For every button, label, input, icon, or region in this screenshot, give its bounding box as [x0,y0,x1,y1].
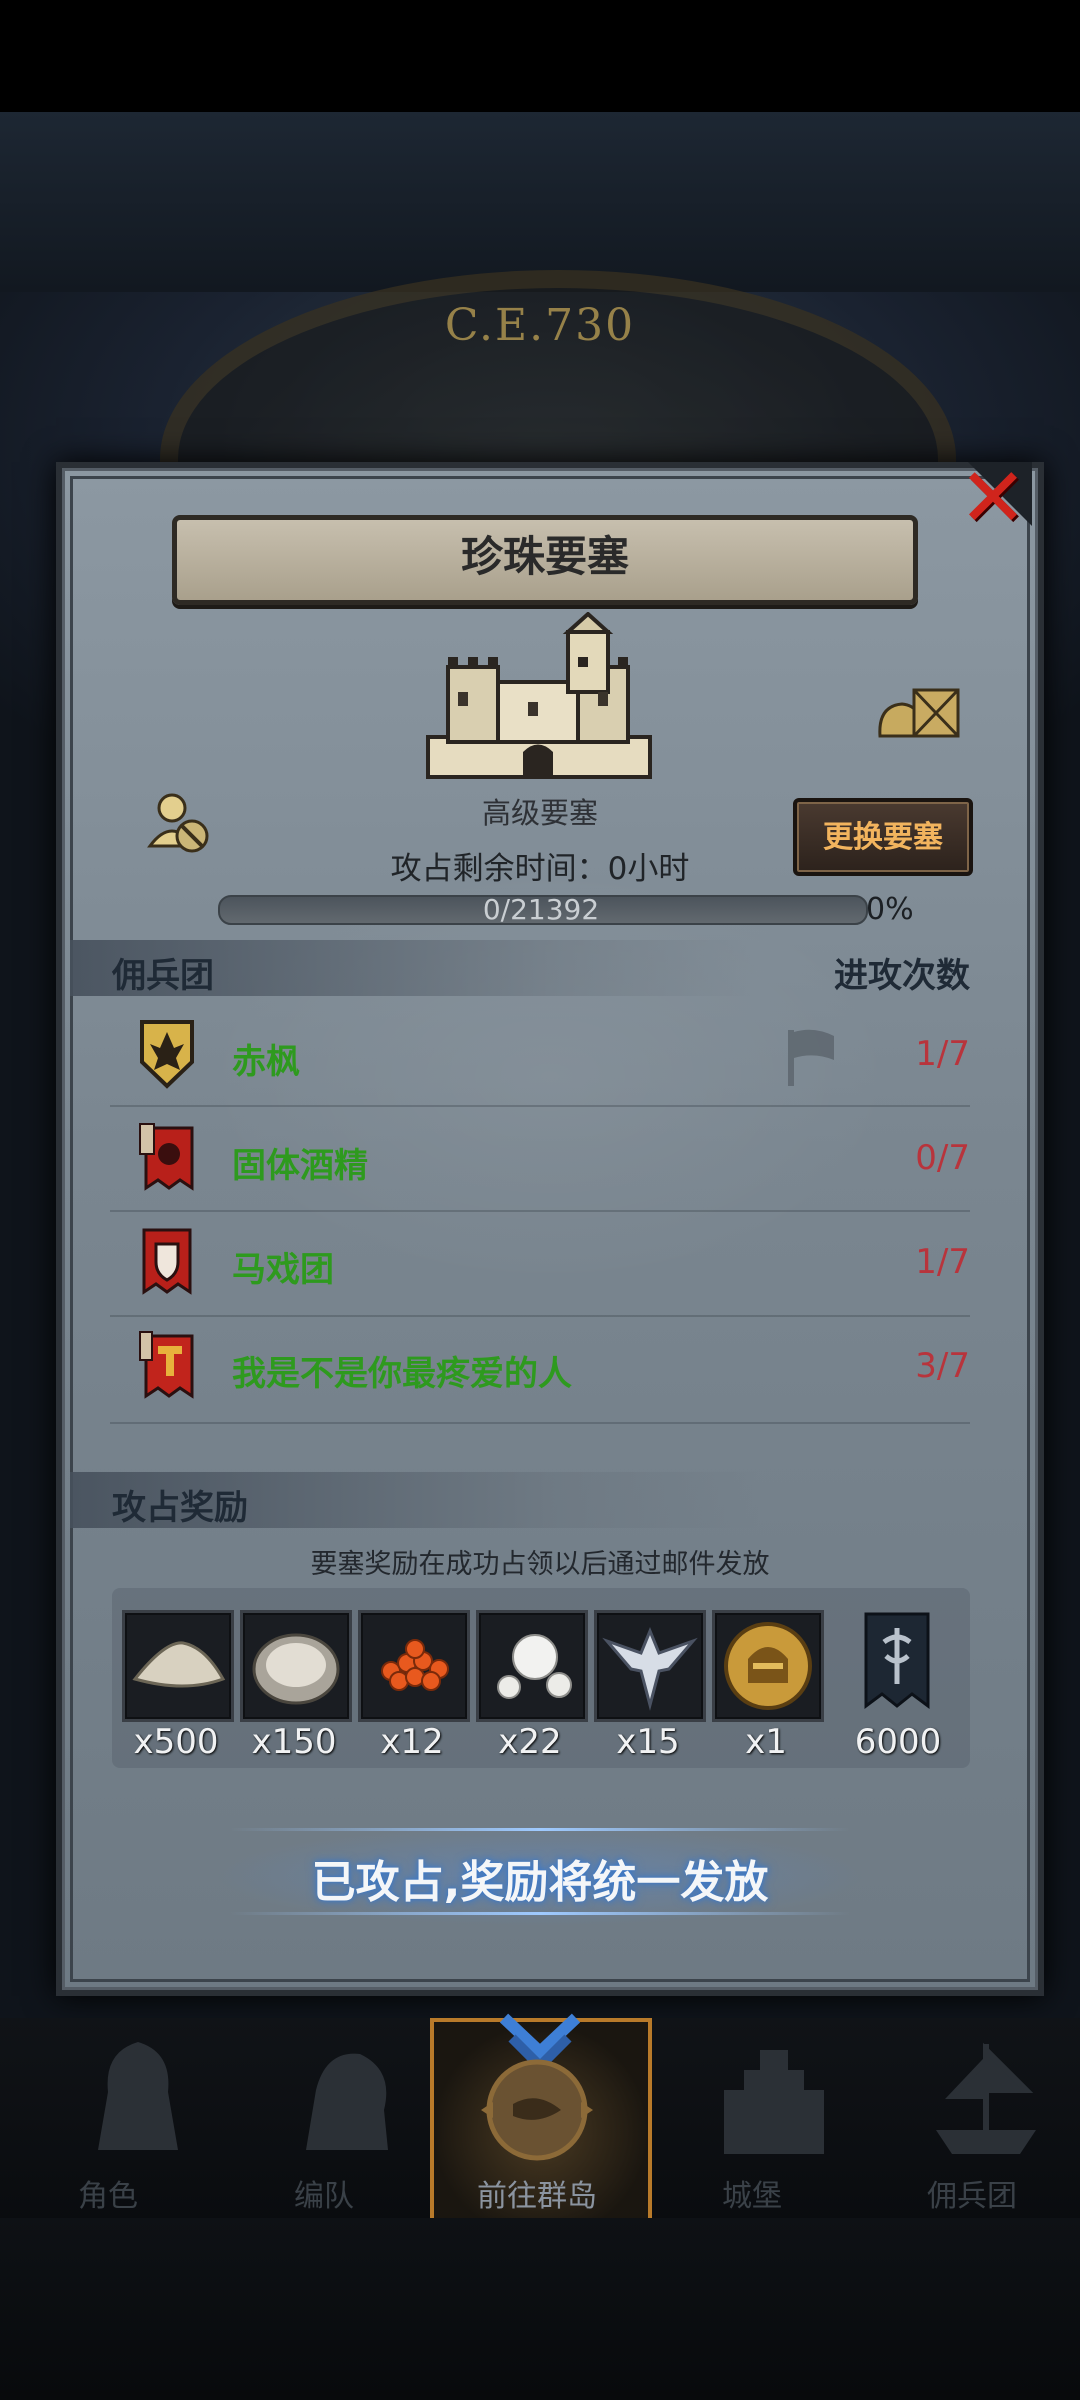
row-divider [110,1315,970,1317]
supplies-icon[interactable] [876,676,964,744]
guild-attack-count: 1/7 [915,1034,970,1074]
guild-name[interactable]: 固体酒精 [232,1138,368,1187]
guild-name[interactable]: 赤枫 [232,1034,300,1083]
attacks-header: 进攻次数 [834,956,970,996]
status-bar-area [0,0,1080,112]
reward-item-qty: 6000 [854,1722,942,1762]
close-icon[interactable]: ✕ [958,458,1028,540]
reward-section-title: 攻占奖励 [112,1488,248,1528]
guild-attack-count: 3/7 [915,1346,970,1386]
reward-item-slot[interactable] [476,1610,588,1722]
captured-line-top [230,1828,850,1831]
castle-nav-icon [724,2050,824,2154]
row-divider [110,1105,970,1107]
guild-attack-count: 0/7 [915,1138,970,1178]
top-strip [0,112,1080,292]
reward-item-slot[interactable] [358,1610,470,1722]
nav-label-archipelago[interactable]: 前往群岛 [437,2171,637,2215]
compass-map-icon [481,2059,593,2161]
castle-icon [426,612,652,779]
flag-icon[interactable] [784,1026,838,1088]
row-divider [110,1422,970,1424]
maple-shield-icon [140,1020,194,1089]
nav-label-role[interactable]: 角色 [8,2171,208,2215]
knight-icon [98,2042,178,2150]
ship-icon [936,2042,1036,2154]
red-banner-icon [139,1123,194,1191]
reward-item-slot[interactable] [122,1610,234,1722]
pearl-icon [497,1634,572,1699]
progress-percent: 0% [866,892,914,927]
pile-icon [132,1641,226,1688]
progress-label: 0/21392 [482,893,600,926]
captured-status: 已攻占,奖励将统一发放 [311,1857,769,1908]
reward-item-slot[interactable] [240,1610,352,1722]
red-t-banner-icon [139,1331,194,1399]
dialog-title: 珍珠要塞 [460,532,629,581]
mercenary-section-title: 佣兵团 [112,956,214,996]
guild-attack-count: 1/7 [915,1242,970,1282]
winged-crest-icon [602,1627,698,1711]
row-divider [110,1210,970,1212]
guild-name[interactable]: 我是不是你最疼爱的人 [232,1346,572,1395]
era-label: C.E.730 [444,300,636,351]
roe-icon [381,1639,449,1691]
formation-icon [306,2053,388,2150]
fortress-type: 高级要塞 [481,796,598,830]
reward-item-slot[interactable] [594,1610,706,1722]
shield-banner-icon [142,1228,192,1295]
nav-label-mercenary[interactable]: 佣兵团 [872,2171,1072,2215]
reward-item-slot[interactable] [712,1610,824,1722]
person-blocked-icon[interactable] [146,790,214,856]
reward-item-qty: x1 [745,1722,787,1762]
nav-label-castle[interactable]: 城堡 [652,2171,852,2215]
reward-note: 要塞奖励在成功占领以后通过邮件发放 [310,1549,770,1580]
captured-line-bottom [230,1912,850,1915]
guild-banner-icon[interactable] [862,1610,932,1712]
helmet-coin-icon [724,1622,812,1710]
system-nav-area [0,2218,1080,2400]
change-fortress-label[interactable]: 更换要塞 [793,812,973,856]
time-remaining: 攻占剩余时间：0小时 [390,851,690,887]
oyster-icon [252,1633,340,1705]
guild-name[interactable]: 马戏团 [232,1242,334,1291]
nav-label-formation[interactable]: 编队 [224,2171,424,2215]
